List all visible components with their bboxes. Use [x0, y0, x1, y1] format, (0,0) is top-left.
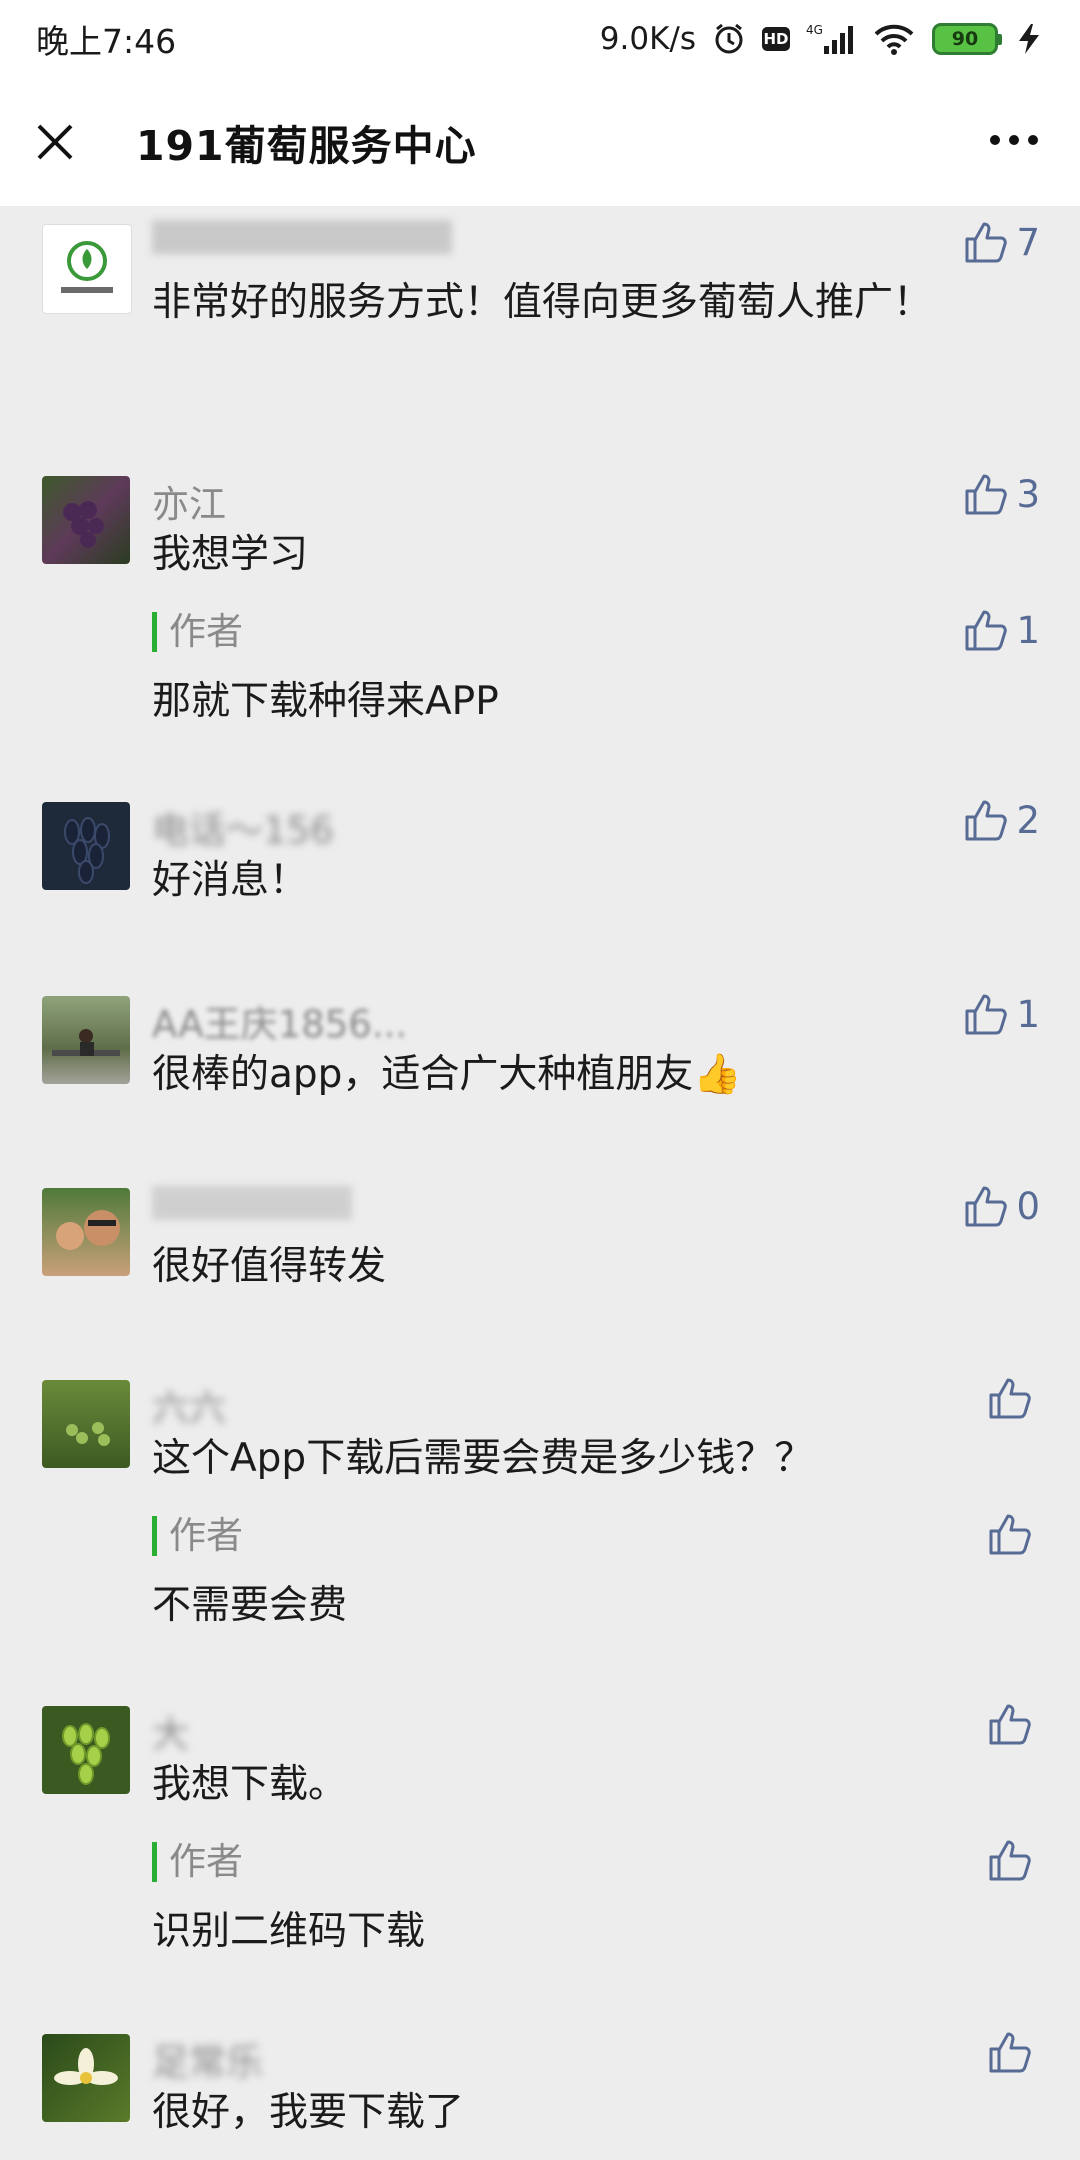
grapes-avatar[interactable]	[42, 476, 130, 564]
comment-text: 很棒的app，适合广大种植朋友👍	[152, 1052, 742, 1097]
author-reply-text: 那就下载种得来APP	[152, 679, 499, 724]
net-speed: 9.0K/s	[599, 21, 696, 57]
like-button[interactable]	[988, 2030, 1040, 2074]
blurred-nickname	[152, 1186, 352, 1220]
thumbs-up-icon	[965, 800, 1008, 841]
comment-nickname: 大	[152, 1713, 189, 1756]
like-button[interactable]	[988, 1702, 1040, 1746]
comment-text: 很好，我要下载了	[152, 2090, 465, 2135]
author-reply-text: 识别二维码下载	[152, 1909, 426, 1954]
reply-like-button[interactable]	[988, 1512, 1040, 1556]
like-count: 2	[1016, 798, 1040, 842]
like-button[interactable]	[988, 1376, 1040, 1420]
comment-nickname: 电话～156	[152, 809, 334, 852]
comment-nickname: AA王庆1856...	[152, 1003, 408, 1046]
thumbs-up-icon	[965, 474, 1008, 515]
like-button[interactable]: 7	[964, 220, 1040, 264]
like-button[interactable]: 0	[964, 1184, 1040, 1228]
author-reply-label: 作者	[152, 612, 243, 652]
logo-avatar[interactable]	[42, 224, 132, 314]
author-reply-label: 作者	[152, 1842, 243, 1882]
person-bench-avatar[interactable]	[42, 996, 130, 1084]
author-reply-label: 作者	[152, 1516, 243, 1556]
comment-nickname: 足常乐	[152, 2041, 263, 2084]
like-count: 3	[1016, 472, 1040, 516]
thumbs-up-icon	[989, 1378, 1031, 1419]
like-button[interactable]: 2	[964, 798, 1040, 842]
flower-avatar[interactable]	[42, 2034, 130, 2122]
reply-like-button[interactable]	[988, 1838, 1040, 1882]
comment-text: 我想学习	[152, 532, 309, 577]
comment-text: 好消息！	[152, 858, 309, 903]
thumbs-up-icon	[989, 1840, 1031, 1881]
hd-icon: HD	[762, 27, 790, 51]
author-reply-text: 不需要会费	[152, 1583, 348, 1628]
thumbs-up-icon	[965, 994, 1008, 1035]
comment-text: 非常好的服务方式！值得向更多葡萄人推广！	[152, 280, 933, 325]
comment-text: 很好值得转发	[152, 1244, 387, 1289]
charging-icon	[1014, 22, 1044, 56]
wifi-icon	[872, 22, 916, 56]
close-icon[interactable]	[30, 117, 80, 167]
status-time: 晚上7:46	[36, 22, 177, 61]
thumbs-up-icon	[989, 2032, 1031, 2073]
thumbs-up-icon	[965, 222, 1008, 263]
comment-nickname: 六六	[152, 1387, 226, 1430]
like-button[interactable]: 3	[964, 472, 1040, 516]
like-count: 7	[1016, 220, 1040, 264]
black-grapes-avatar[interactable]	[42, 802, 130, 890]
comment-text: 我想下载。	[152, 1762, 348, 1807]
network-type: 4G	[806, 23, 823, 37]
green-grapes-avatar[interactable]	[42, 1706, 130, 1794]
status-bar: 晚上7:46 9.0K/s HD 4G 90	[0, 0, 1080, 78]
signal-icon: 4G	[806, 22, 856, 56]
like-button[interactable]: 1	[964, 992, 1040, 1036]
comment-nickname: 亦江	[152, 483, 226, 526]
more-icon[interactable]	[986, 120, 1042, 160]
page-title: 191葡萄服务中心	[136, 122, 477, 170]
thumbs-up-icon	[989, 1514, 1031, 1555]
alarm-icon	[712, 22, 746, 56]
like-count: 1	[1016, 608, 1040, 652]
nav-bar: 191葡萄服务中心	[0, 78, 1080, 206]
vine-avatar[interactable]	[42, 1380, 130, 1468]
comment-text: 这个App下载后需要会费是多少钱？？	[152, 1436, 814, 1481]
thumbs-up-icon	[965, 610, 1008, 651]
like-count: 1	[1016, 992, 1040, 1036]
blurred-nickname	[152, 220, 452, 254]
reply-like-button[interactable]: 1	[964, 608, 1040, 652]
status-icons: 9.0K/s HD 4G 90	[600, 21, 1044, 57]
battery-indicator: 90	[932, 23, 1002, 55]
like-count: 0	[1016, 1184, 1040, 1228]
family-avatar[interactable]	[42, 1188, 130, 1276]
thumbs-up-icon	[989, 1704, 1031, 1745]
thumbs-up-icon	[965, 1186, 1008, 1227]
